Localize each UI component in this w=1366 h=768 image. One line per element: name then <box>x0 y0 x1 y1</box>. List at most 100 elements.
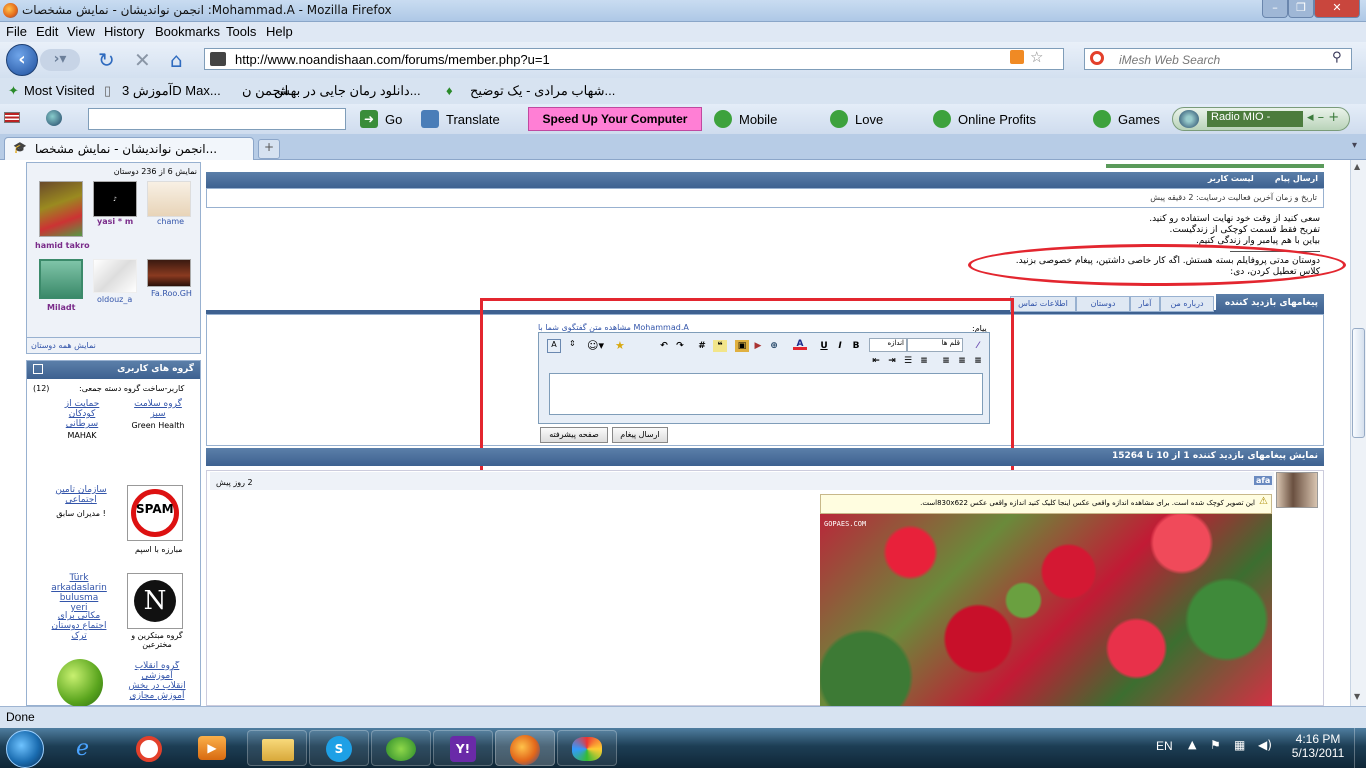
friend-avatar[interactable]: ♪ <box>93 181 137 217</box>
menu-edit[interactable]: Edit <box>36 24 58 39</box>
love-button[interactable]: Love <box>855 112 883 127</box>
show-desktop-button[interactable] <box>1354 728 1366 768</box>
tab-friends[interactable]: دوستان <box>1076 296 1130 312</box>
vertical-scrollbar[interactable]: ▲ ▼ <box>1350 160 1366 706</box>
friend-name[interactable]: yasi * m <box>97 217 133 226</box>
apple-group-image[interactable] <box>57 659 103 706</box>
games-button[interactable]: Games <box>1118 112 1160 127</box>
radio-globe-icon <box>1179 110 1199 128</box>
scroll-up-icon[interactable]: ▲ <box>1354 162 1360 171</box>
taskbar-firefox[interactable] <box>495 730 555 766</box>
bookmark-star-icon[interactable]: ☆ <box>1030 48 1043 66</box>
user-list-link[interactable]: لیست کاربر <box>1208 174 1254 183</box>
volume-icon[interactable]: ◂ – + <box>1307 110 1339 125</box>
spam-group-image[interactable]: SPAM <box>127 485 183 541</box>
toolbar-search-input[interactable] <box>88 108 346 130</box>
friend-name[interactable]: Miladt <box>47 303 75 312</box>
close-button[interactable]: ✕ <box>1314 0 1360 18</box>
group-desc[interactable]: انقلاب در بخش آموزش مجازی <box>127 681 187 703</box>
collapse-icon[interactable] <box>33 364 43 374</box>
flag-icon[interactable] <box>4 112 20 123</box>
menu-help[interactable]: Help <box>266 24 293 39</box>
go-button[interactable]: Go <box>385 112 402 127</box>
friend-avatar[interactable] <box>39 181 83 237</box>
all-friends-link[interactable]: نمایش همه دوستان <box>31 341 96 350</box>
imesh-icon[interactable] <box>136 736 162 762</box>
group-link[interactable]: گروه انقلاب آموزشی <box>127 661 187 681</box>
ie-icon[interactable]: e <box>76 736 89 761</box>
menu-history[interactable]: History <box>104 24 144 39</box>
radio-station[interactable]: Radio MIO - <box>1207 111 1303 127</box>
taskbar-skype[interactable]: S <box>309 730 369 766</box>
group-link[interactable]: گروه سلامت سبز <box>131 399 185 419</box>
menu-tools[interactable]: Tools <box>226 24 256 39</box>
online-profits-button[interactable]: Online Profits <box>958 112 1036 127</box>
mobile-button[interactable]: Mobile <box>739 112 777 127</box>
minimize-button[interactable]: – <box>1262 0 1288 18</box>
rss-icon[interactable] <box>1010 50 1024 64</box>
warning-icon: ⚠ <box>1259 496 1268 507</box>
restore-button[interactable]: ❐ <box>1288 0 1314 18</box>
go-arrow-icon[interactable]: ➜ <box>360 110 378 128</box>
stop-icon[interactable]: ✕ <box>134 48 151 72</box>
globe-icon[interactable] <box>46 110 62 126</box>
friend-name[interactable]: hamid takro <box>35 241 90 250</box>
group-link[interactable]: حمایت از کودکان سرطانی <box>55 399 109 429</box>
friend-name[interactable]: chame <box>157 217 184 226</box>
speed-up-button[interactable]: Speed Up Your Computer <box>528 107 702 131</box>
menu-file[interactable]: File <box>6 24 27 39</box>
friend-avatar[interactable] <box>39 259 83 299</box>
start-button[interactable] <box>6 730 44 768</box>
tab-list-icon[interactable]: ▾ <box>1352 140 1357 151</box>
scroll-down-icon[interactable]: ▼ <box>1354 692 1360 701</box>
tab-stats[interactable]: آمار <box>1130 296 1160 312</box>
radio-widget[interactable]: Radio MIO - ◂ – + <box>1172 107 1350 131</box>
friend-avatar[interactable] <box>147 181 191 217</box>
poster-avatar[interactable] <box>1276 472 1318 508</box>
friend-name[interactable]: Fa.Roo.GH <box>151 289 192 298</box>
tab-contact[interactable]: اطلاعات تماس <box>1010 296 1076 312</box>
volume-tray-icon[interactable]: ◀) <box>1258 738 1272 752</box>
clock[interactable]: 4:16 PM 5/13/2011 <box>1286 732 1350 760</box>
tab-active[interactable]: 🎓 انجمن نواندیشان - نمایش مشخصا... <box>4 137 254 160</box>
translate-button[interactable]: Translate <box>446 112 500 127</box>
post-image[interactable]: GOPAES.COM <box>820 514 1272 706</box>
menu-view[interactable]: View <box>67 24 95 39</box>
search-input[interactable]: iMesh Web Search <box>1084 48 1352 70</box>
last-activity: تاریخ و زمان آخرین فعالیت درسایت: 2 دقیق… <box>206 188 1324 208</box>
image-resize-notice[interactable]: ⚠ این تصویر کوچک شده است. برای مشاهده ان… <box>820 494 1272 514</box>
network-icon[interactable]: ▦ <box>1234 738 1245 752</box>
back-button[interactable]: ‹ <box>6 44 38 76</box>
url-input[interactable]: http://www.noandishaan.com/forums/member… <box>204 48 1064 70</box>
taskbar-yahoo[interactable]: Y! <box>433 730 493 766</box>
friend-avatar[interactable] <box>93 259 137 293</box>
send-message-link[interactable]: ارسال پیام <box>1275 174 1318 183</box>
scroll-thumb[interactable] <box>1352 328 1365 438</box>
tray-expand-icon[interactable]: ▲ <box>1188 738 1196 751</box>
forward-button[interactable]: ›▾ <box>40 49 80 71</box>
friend-name[interactable]: oldouz_a <box>97 295 132 304</box>
bookmark-3dmax[interactable]: آموزش 3D Max... <box>122 83 221 99</box>
friend-avatar[interactable] <box>147 259 191 287</box>
search-go-icon[interactable]: ⚲ <box>1332 50 1342 65</box>
media-player-icon[interactable]: ▶ <box>198 736 226 760</box>
action-center-icon[interactable]: ⚑ <box>1210 738 1221 752</box>
taskbar-messenger[interactable] <box>371 730 431 766</box>
bookmark-roman[interactable]: دانلود رمان جایی در بهش... <box>274 83 421 99</box>
menu-bookmarks[interactable]: Bookmarks <box>155 24 220 39</box>
group-desc[interactable]: مکانی برای اجتماع دوستان ترک <box>51 611 107 655</box>
addon-toolbar: ➜ Go Translate Speed Up Your Computer Mo… <box>0 104 1366 134</box>
tab-about[interactable]: درباره من <box>1160 296 1214 312</box>
group-link[interactable]: سازمان تامین اجتماعی <box>53 485 109 505</box>
reload-icon[interactable]: ↻ <box>98 48 115 72</box>
poster-name[interactable]: afa <box>1254 476 1273 485</box>
new-tab-button[interactable]: + <box>258 139 280 159</box>
language-indicator[interactable]: EN <box>1156 739 1173 753</box>
bookmark-shahab[interactable]: شهاب مرادی - یک توضیح... <box>470 83 615 99</box>
taskbar-paint[interactable] <box>557 730 617 766</box>
imesh-engine-icon[interactable] <box>1090 51 1104 65</box>
inventors-group-image[interactable]: N <box>127 573 183 629</box>
bookmark-most-visited[interactable]: Most Visited <box>24 83 95 98</box>
home-icon[interactable]: ⌂ <box>170 48 183 72</box>
taskbar-explorer[interactable] <box>247 730 307 766</box>
